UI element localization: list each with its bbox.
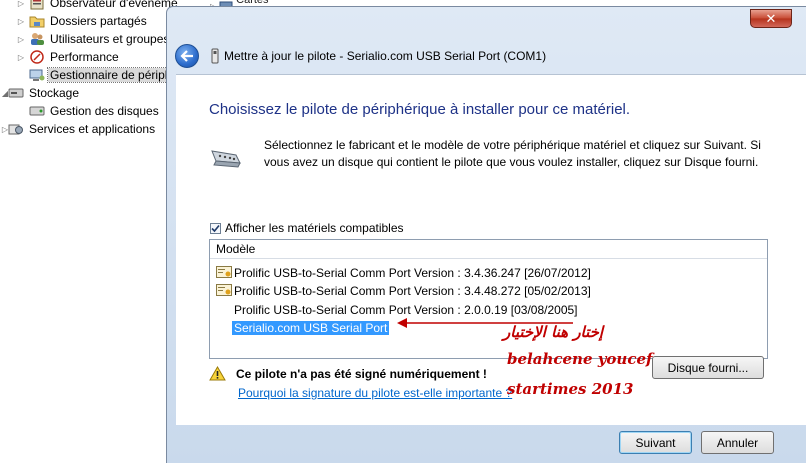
cancel-button[interactable]: Annuler [701, 431, 774, 454]
checkbox-box[interactable] [210, 222, 221, 234]
certificate-icon [216, 284, 232, 298]
tree-item-services-apps[interactable]: ▷ Services et applications [0, 120, 157, 138]
shared-folder-icon [29, 13, 45, 29]
tree-item-label: Observateur d'événeme [50, 0, 178, 10]
certificate-icon [216, 266, 232, 280]
list-item-selected[interactable]: Serialio.com USB Serial Port [216, 319, 390, 336]
warning-text: Ce pilote n'a pas été signé numériquemen… [236, 366, 487, 381]
tree-item-label: Dossiers partagés [50, 14, 147, 28]
dialog-content: Choisissez le pilote de périphérique à i… [176, 74, 806, 425]
checkmark-icon [211, 224, 220, 232]
tree-item-label: Performance [50, 50, 119, 64]
model-column-header: Modèle [210, 240, 767, 259]
performance-icon [29, 49, 45, 65]
list-item[interactable]: Prolific USB-to-Serial Comm Port Version… [216, 264, 593, 281]
model-list[interactable]: Modèle Prolific USB-to-Serial Comm Port … [209, 239, 768, 359]
list-item-label: Serialio.com USB Serial Port [232, 320, 390, 335]
expand-icon[interactable]: ▷ [16, 53, 26, 62]
tree-item-label: Services et applications [29, 122, 156, 136]
tree-item-disk-management[interactable]: Gestion des disques [16, 102, 161, 120]
page-heading: Choisissez le pilote de périphérique à i… [209, 101, 631, 118]
tree-item-label: Utilisateurs et groupes [50, 32, 170, 46]
navigation-tree: ▷ Cartes réseau ▷ Observateur d'événeme … [0, 0, 270, 463]
tree-item-users-groups[interactable]: ▷ Utilisateurs et groupes [16, 30, 171, 48]
list-item-label: Prolific USB-to-Serial Comm Port Version… [234, 265, 591, 280]
storage-icon [8, 85, 24, 101]
row-icon-spacer [216, 303, 232, 317]
tree-item-label: Gestionnaire de périph [46, 67, 175, 83]
tree-item-storage[interactable]: ◢ Stockage [0, 84, 81, 102]
annotation-author: belahcene youcef [507, 350, 653, 368]
list-item-label: Prolific USB-to-Serial Comm Port Version… [234, 283, 591, 298]
annotation-source: startimes 2013 [507, 380, 634, 398]
event-viewer-icon [29, 0, 45, 11]
warning-icon [209, 366, 226, 381]
tree-item-event-viewer[interactable]: ▷ Observateur d'événeme [16, 0, 180, 12]
services-icon [8, 121, 24, 137]
back-arrow-icon [180, 50, 193, 62]
close-button[interactable]: ✕ [750, 9, 792, 28]
list-item[interactable]: Prolific USB-to-Serial Comm Port Version… [216, 282, 593, 299]
usb-device-icon [211, 48, 219, 64]
annotation-arabic: إختار هنا الإختيار [503, 323, 604, 341]
tree-item-label: Stockage [29, 86, 80, 100]
expand-icon[interactable]: ▷ [16, 35, 26, 44]
dialog-titlebar: Mettre à jour le pilote - Serialio.com U… [211, 45, 546, 67]
device-manager-icon [29, 67, 45, 83]
back-button[interactable] [175, 44, 199, 68]
instructions-text: Sélectionnez le fabricant et le modèle d… [264, 138, 761, 169]
have-disk-button[interactable]: Disque fourni... [652, 356, 764, 379]
expand-icon[interactable]: ▷ [16, 0, 26, 8]
next-button[interactable]: Suivant [619, 431, 692, 454]
expand-icon[interactable]: ▷ [16, 17, 26, 26]
tree-item-performance[interactable]: ▷ Performance [16, 48, 121, 66]
users-icon [29, 31, 45, 47]
row-icon-spacer [216, 321, 232, 335]
signature-info-link[interactable]: Pourquoi la signature du pilote est-elle… [238, 386, 512, 400]
show-compatible-checkbox[interactable]: Afficher les matériels compatibles [210, 221, 404, 235]
tree-item-label: Gestion des disques [50, 104, 159, 118]
show-compatible-label: Afficher les matériels compatibles [225, 221, 404, 235]
serial-device-icon [211, 150, 241, 168]
dialog-title: Mettre à jour le pilote - Serialio.com U… [224, 49, 547, 63]
disk-icon [29, 103, 45, 119]
unsigned-driver-warning: Ce pilote n'a pas été signé numériquemen… [209, 366, 487, 381]
tree-item-shared-folders[interactable]: ▷ Dossiers partagés [16, 12, 149, 30]
update-driver-dialog: ✕ Mettre à jour le pilote - Serialio.com… [166, 6, 806, 463]
tree-item-device-manager[interactable]: Gestionnaire de périph [16, 66, 175, 84]
